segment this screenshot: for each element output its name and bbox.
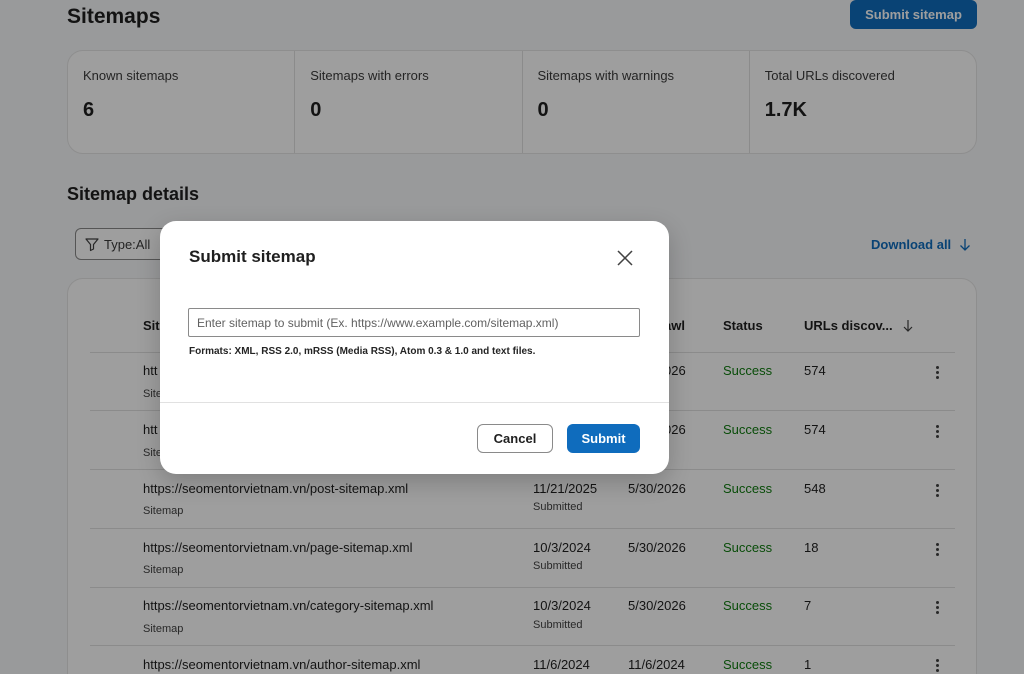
dialog-divider bbox=[160, 402, 669, 403]
dialog-title: Submit sitemap bbox=[189, 247, 316, 266]
submit-sitemap-dialog: Submit sitemap Formats: XML, RSS 2.0, mR… bbox=[160, 221, 669, 474]
close-icon[interactable] bbox=[615, 248, 635, 268]
sitemap-url-input[interactable] bbox=[188, 308, 640, 337]
formats-hint: Formats: XML, RSS 2.0, mRSS (Media RSS),… bbox=[189, 346, 536, 357]
sitemaps-page: Sitemaps Submit sitemap Known sitemaps 6… bbox=[0, 0, 1024, 674]
submit-button[interactable]: Submit bbox=[567, 424, 640, 453]
cancel-button[interactable]: Cancel bbox=[477, 424, 553, 453]
